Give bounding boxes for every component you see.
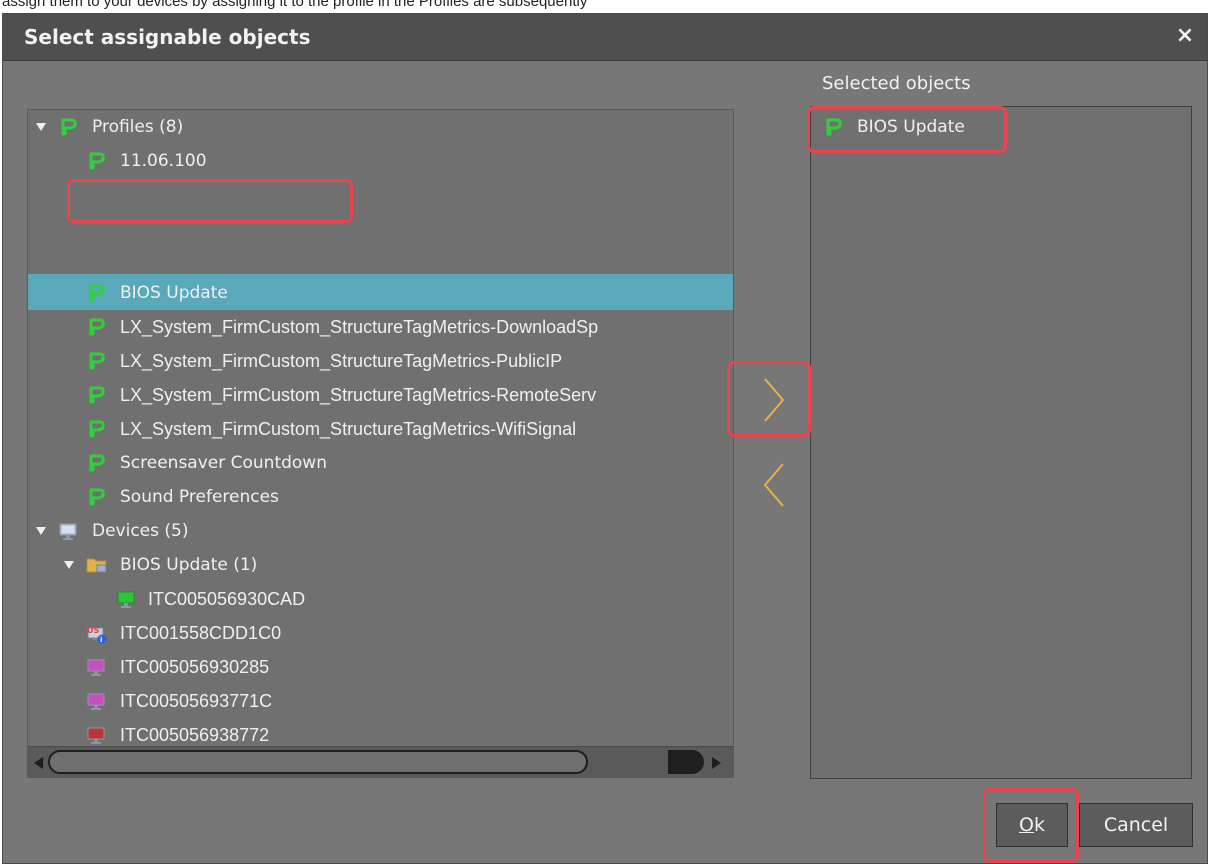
dialog-titlebar: Select assignable objects × [3,14,1207,61]
horizontal-scrollbar[interactable] [28,746,733,777]
selected-item-profile[interactable]: BIOS Update [811,110,1181,144]
tree-item-label: Sound Preferences [120,487,279,507]
tree-item-label: BIOS Update (1) [120,555,258,575]
tree-item-label: ITC005056930CAD [148,589,306,609]
chevron-left-icon [763,463,784,507]
tree-item-label: ITC001558CDD1C0 [120,623,282,643]
ok-button[interactable]: Ok [996,803,1068,847]
tree-group-label: Devices (5) [92,521,189,541]
tree-item-device[interactable]: ITC00505693771C [28,684,728,718]
scrollbar-track-end [668,750,704,774]
device-update-icon: US i [86,624,108,644]
dialog-title: Select assignable objects [24,25,311,49]
device-green-icon [116,590,136,610]
tree-item-profile[interactable]: 11.06.100 [28,144,728,178]
tree-item-device[interactable]: ITC005056930285 [28,650,728,684]
chevron-right-icon [764,378,785,422]
scroll-left-arrow-icon[interactable] [34,757,43,769]
profile-icon [88,420,106,438]
tree-item-label: LX_System_FirmCustom_StructureTagMetrics… [120,419,577,439]
select-assignable-objects-dialog: Select assignable objects × Profiles (8)… [2,13,1208,864]
ok-label: k [1033,814,1045,836]
add-to-selected-button[interactable] [753,373,795,427]
tree-group-label: Profiles (8) [92,117,184,137]
profile-icon [88,318,106,336]
tree-group-profiles[interactable]: Profiles (8) [28,110,728,144]
tree-item-device[interactable]: ITC005056930CAD [28,582,728,616]
tree-group-devices[interactable]: Devices (5) [28,514,728,548]
tree-item-profile[interactable]: Screensaver Countdown [28,446,728,480]
tree-item-label: ITC00505693771C [120,691,273,711]
tree-item-profile[interactable]: LX_System_FirmCustom_StructureTagMetrics… [28,344,733,378]
svg-text:i: i [100,636,102,644]
device-red-icon [86,726,106,746]
tree-item-profile[interactable]: Sound Preferences [28,480,728,514]
profile-icon [88,386,106,404]
tree-item-label: 11.06.100 [120,151,207,171]
profile-icon [60,118,78,136]
expand-arrow-icon[interactable] [36,123,46,131]
tree-item-label: ITC005056930285 [120,657,270,677]
scroll-right-arrow-icon[interactable] [712,757,721,769]
selected-objects-list[interactable]: BIOS Update [810,106,1192,779]
expand-arrow-icon[interactable] [36,527,46,535]
assignable-objects-tree[interactable]: Profiles (8) 11.06.100 BIOS Update LX_Sy… [27,109,734,778]
profile-icon [88,284,106,302]
tree-item-label: Screensaver Countdown [120,453,327,473]
tree-item-label: LX_System_FirmCustom_StructureTagMetrics… [120,385,597,405]
tree-item-device-folder[interactable]: BIOS Update (1) [28,548,728,582]
tree-item-profile[interactable]: BIOS Update [28,276,728,310]
profile-icon [88,454,106,472]
selected-objects-label: Selected objects [822,73,971,94]
device-magenta-icon [86,692,106,712]
tree-item-label: BIOS Update [120,283,228,303]
tree-item-profile[interactable]: LX_System_FirmCustom_StructureTagMetrics… [28,378,733,412]
profile-icon [825,118,843,136]
computer-icon [58,522,78,542]
tree-item-device[interactable]: US i ITC001558CDD1C0 [28,616,728,650]
tree-item-label: LX_System_FirmCustom_StructureTagMetrics… [120,351,563,371]
tree-item-label: LX_System_FirmCustom_StructureTagMetrics… [120,317,599,337]
profile-icon [88,352,106,370]
svg-text:US: US [87,626,99,635]
close-button[interactable]: × [1173,23,1197,49]
profile-icon [88,152,106,170]
tree-item-profile[interactable]: LX_System_FirmCustom_StructureTagMetrics… [28,310,733,344]
folder-icon [86,556,108,574]
tree-item-profile[interactable]: LX_System_FirmCustom_StructureTagMetrics… [28,412,733,446]
cancel-button[interactable]: Cancel [1079,803,1193,847]
selected-item-label: BIOS Update [857,117,965,137]
ok-mnemonic: O [1019,814,1034,836]
remove-from-selected-button[interactable] [753,458,795,512]
profile-icon [88,488,106,506]
scrollbar-thumb[interactable] [48,750,588,774]
expand-arrow-icon[interactable] [64,561,74,569]
device-magenta-icon [86,658,106,678]
